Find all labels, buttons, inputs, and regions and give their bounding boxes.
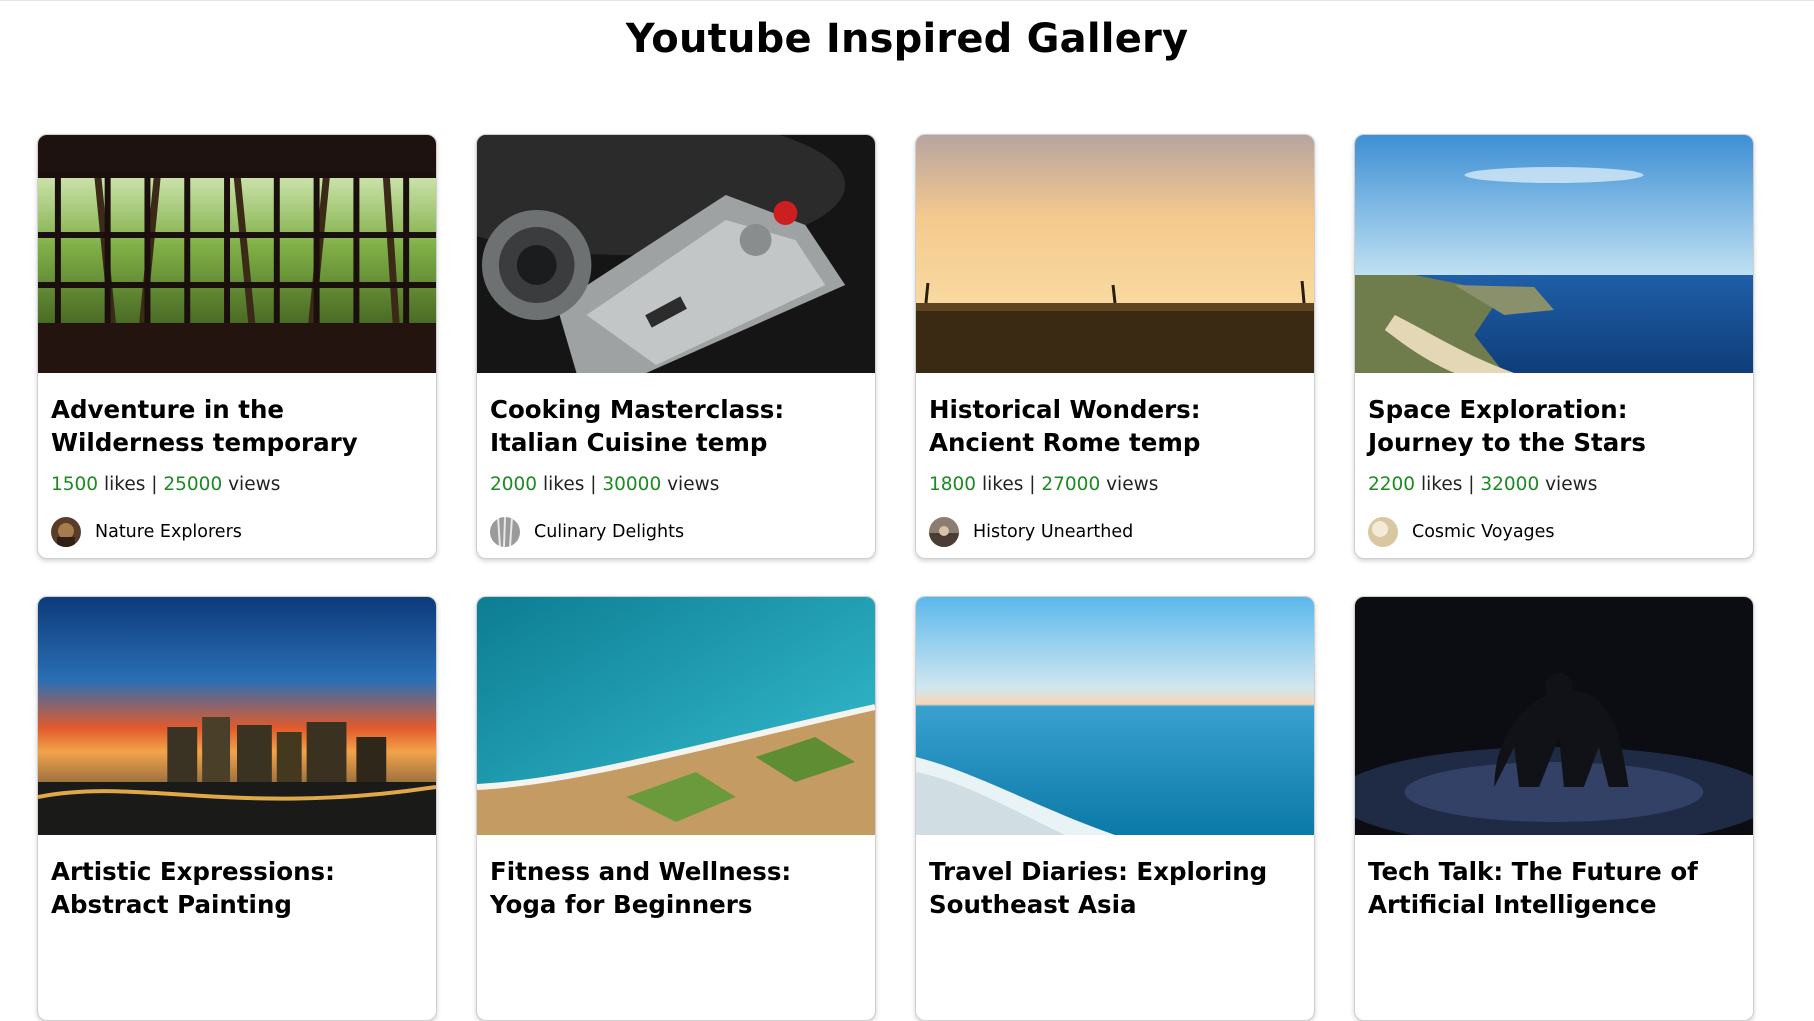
stats-separator: | — [590, 474, 597, 495]
top-border — [0, 0, 1814, 1]
likes-label: likes — [981, 474, 1024, 495]
video-title[interactable]: Artistic Expressions: Abstract Painting — [51, 855, 423, 921]
likes-count: 1500 — [51, 474, 99, 495]
video-stats: 2000 likes | 30000 views — [490, 474, 862, 495]
video-title[interactable]: Cooking Masterclass: Italian Cuisine tem… — [490, 393, 862, 459]
video-card[interactable]: Space Exploration: Journey to the Stars … — [1354, 134, 1754, 559]
views-count: 32000 — [1480, 474, 1540, 495]
views-count: 30000 — [602, 474, 662, 495]
channel-avatar[interactable] — [490, 517, 520, 547]
video-thumbnail[interactable] — [38, 135, 436, 373]
video-card[interactable]: Adventure in the Wilderness temporary 15… — [37, 134, 437, 559]
video-card[interactable]: Artistic Expressions: Abstract Painting — [37, 596, 437, 1021]
video-grid: Adventure in the Wilderness temporary 15… — [37, 134, 1759, 1021]
video-title[interactable]: Tech Talk: The Future of Artificial Inte… — [1368, 855, 1740, 921]
channel-name[interactable]: Nature Explorers — [95, 522, 242, 542]
likes-count: 2000 — [490, 474, 538, 495]
likes-count: 2200 — [1368, 474, 1416, 495]
video-stats: 1500 likes | 25000 views — [51, 474, 423, 495]
video-title[interactable]: Adventure in the Wilderness temporary — [51, 393, 423, 459]
video-title[interactable]: Space Exploration: Journey to the Stars — [1368, 393, 1740, 459]
video-card[interactable]: Cooking Masterclass: Italian Cuisine tem… — [476, 134, 876, 559]
views-label: views — [667, 474, 720, 495]
channel-name[interactable]: History Unearthed — [973, 522, 1133, 542]
stats-separator: | — [1029, 474, 1036, 495]
channel-avatar[interactable] — [1368, 517, 1398, 547]
video-thumbnail[interactable] — [916, 135, 1314, 373]
stats-separator: | — [1468, 474, 1475, 495]
video-thumbnail[interactable] — [477, 597, 875, 835]
likes-label: likes — [542, 474, 585, 495]
channel-info[interactable]: Cosmic Voyages — [1368, 517, 1740, 547]
channel-info[interactable]: History Unearthed — [929, 517, 1301, 547]
video-card[interactable]: Travel Diaries: Exploring Southeast Asia — [915, 596, 1315, 1021]
video-thumbnail[interactable] — [1355, 597, 1753, 835]
video-thumbnail[interactable] — [1355, 135, 1753, 373]
video-stats: 1800 likes | 27000 views — [929, 474, 1301, 495]
views-label: views — [1545, 474, 1598, 495]
page-title: Youtube Inspired Gallery — [625, 16, 1189, 62]
video-card[interactable]: Tech Talk: The Future of Artificial Inte… — [1354, 596, 1754, 1021]
likes-count: 1800 — [929, 474, 977, 495]
video-thumbnail[interactable] — [477, 135, 875, 373]
video-title[interactable]: Travel Diaries: Exploring Southeast Asia — [929, 855, 1301, 921]
views-count: 27000 — [1041, 474, 1101, 495]
video-title[interactable]: Historical Wonders: Ancient Rome temp — [929, 393, 1301, 459]
channel-info[interactable]: Nature Explorers — [51, 517, 423, 547]
views-count: 25000 — [163, 474, 223, 495]
video-thumbnail[interactable] — [38, 597, 436, 835]
channel-avatar[interactable] — [51, 517, 81, 547]
likes-label: likes — [103, 474, 146, 495]
channel-info[interactable]: Culinary Delights — [490, 517, 862, 547]
channel-name[interactable]: Culinary Delights — [534, 522, 684, 542]
views-label: views — [1106, 474, 1159, 495]
views-label: views — [228, 474, 281, 495]
video-card[interactable]: Historical Wonders: Ancient Rome temp 18… — [915, 134, 1315, 559]
video-thumbnail[interactable] — [916, 597, 1314, 835]
channel-name[interactable]: Cosmic Voyages — [1412, 522, 1555, 542]
video-card[interactable]: Fitness and Wellness: Yoga for Beginners — [476, 596, 876, 1021]
channel-avatar[interactable] — [929, 517, 959, 547]
likes-label: likes — [1420, 474, 1463, 495]
video-stats: 2200 likes | 32000 views — [1368, 474, 1740, 495]
video-title[interactable]: Fitness and Wellness: Yoga for Beginners — [490, 855, 862, 921]
stats-separator: | — [151, 474, 158, 495]
